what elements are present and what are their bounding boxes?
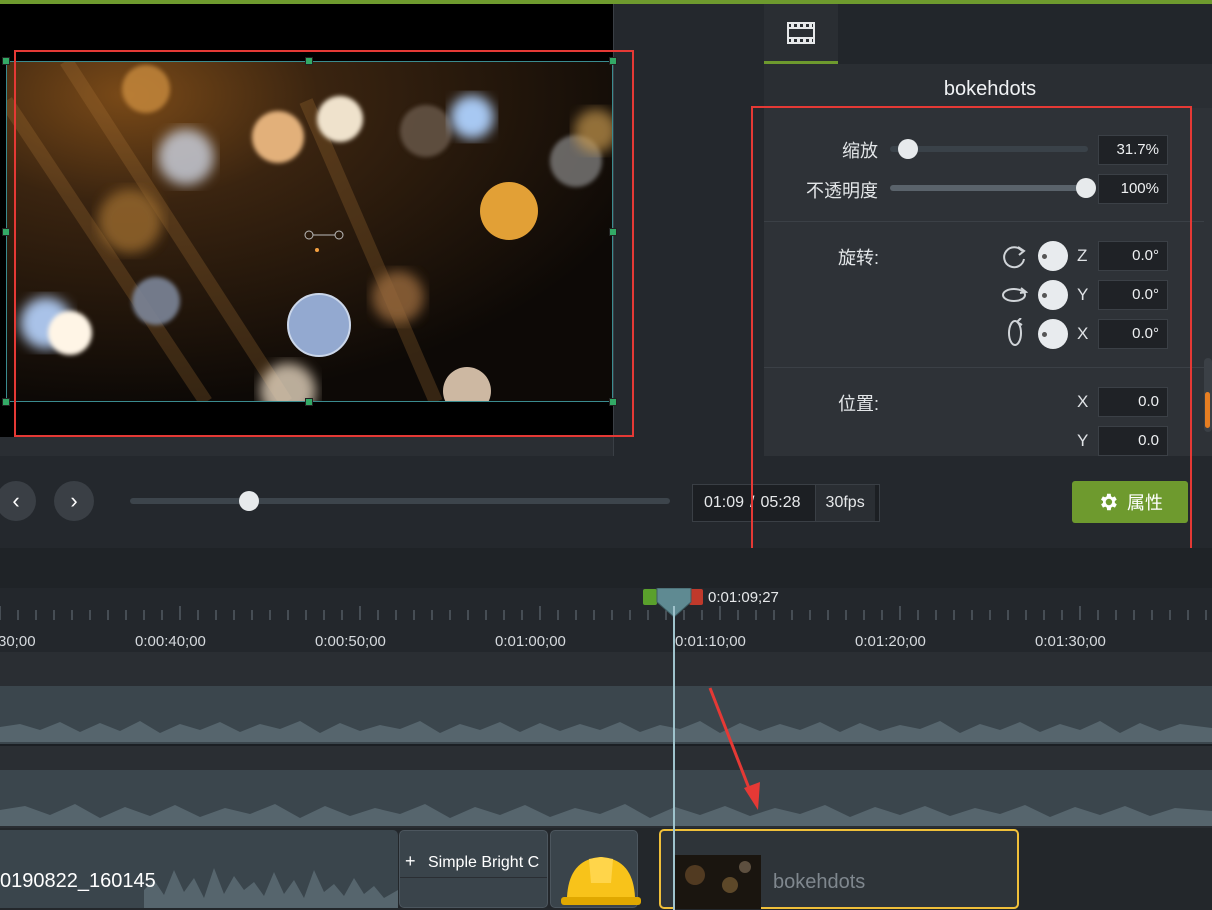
ruler-label: 0:01:10;00	[675, 633, 746, 650]
ruler-label: 0:00:40;00	[135, 633, 206, 650]
playhead-line	[673, 606, 675, 910]
current-time: 01:09	[704, 494, 745, 511]
ruler-label: 30;00	[0, 633, 36, 650]
properties-scrollbar-thumb[interactable]	[1205, 392, 1210, 428]
canvas-side-gutter	[613, 4, 765, 456]
annotation-clip[interactable]	[550, 830, 641, 908]
transition-clip-name: Simple Bright C	[428, 854, 540, 871]
audio-clip-name: 0190822_160145	[0, 870, 156, 892]
timeline-header-band	[0, 548, 1212, 588]
ruler-label: 0:00:50;00	[315, 633, 386, 650]
resize-handle-bottom-left[interactable]	[2, 398, 10, 406]
media-clip-name: bokehdots	[773, 871, 866, 893]
media-clip-thumbnail-image	[685, 861, 751, 893]
media-clip-bokehdots[interactable]: bokehdots	[659, 829, 1019, 909]
chevron-right-icon: ›	[70, 488, 78, 513]
plus-icon: +	[405, 851, 416, 871]
annotation-arrow	[708, 687, 760, 810]
chevron-left-icon: ‹	[12, 488, 20, 513]
film-icon	[787, 21, 815, 44]
playhead-time: 0:01:09;27	[708, 589, 779, 606]
annotation-box-properties	[751, 106, 1192, 567]
audio-clip[interactable]: 0190822_160145	[0, 830, 398, 908]
selection-start-marker[interactable]	[643, 589, 657, 605]
transition-clip[interactable]: + Simple Bright C	[399, 830, 548, 908]
audio-waveform-2	[0, 804, 1212, 826]
ruler-label: 0:01:20;00	[855, 633, 926, 650]
scrub-slider-track[interactable]	[130, 498, 670, 504]
annotation-box-canvas	[14, 50, 634, 437]
properties-title: bokehdots	[943, 78, 1037, 100]
timeline-ruler-ticks	[0, 606, 1207, 620]
resize-handle-left[interactable]	[2, 228, 10, 236]
ruler-label: 0:01:00;00	[495, 633, 566, 650]
next-frame-button[interactable]: ›	[54, 481, 94, 521]
hard-hat-icon	[561, 857, 641, 905]
scrub-slider-knob[interactable]	[238, 491, 259, 511]
audio-waveform-1	[0, 721, 1212, 742]
media-clip-thumbnail	[675, 855, 761, 909]
audio-clip-waveform	[144, 868, 398, 908]
resize-handle-top-left[interactable]	[2, 57, 10, 65]
tab-visual-properties[interactable]	[764, 4, 838, 64]
ruler-label: 0:01:30;00	[1035, 633, 1106, 650]
